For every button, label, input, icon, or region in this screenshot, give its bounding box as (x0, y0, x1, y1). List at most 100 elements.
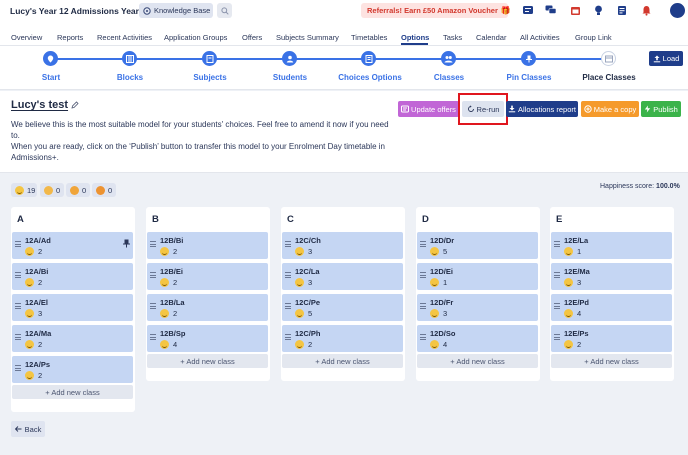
drag-handle-icon[interactable] (420, 303, 426, 309)
tab-timetables[interactable]: Timetables (351, 33, 387, 42)
drag-handle-icon[interactable] (15, 272, 21, 278)
drag-handle-icon[interactable] (285, 303, 291, 309)
step-classes-icon[interactable] (441, 51, 456, 66)
tab-overview[interactable]: Overview (11, 33, 42, 42)
publish-button[interactable]: Publish (641, 101, 681, 117)
class-card[interactable]: 12A/Ad 2 (12, 232, 133, 259)
step-place-classes-label[interactable]: Place Classes (582, 73, 635, 82)
update-offers-button[interactable]: Update offers (398, 101, 459, 117)
drag-handle-icon[interactable] (285, 334, 291, 340)
step-pin-classes-label[interactable]: Pin Classes (507, 73, 552, 82)
back-button[interactable]: Back (11, 421, 45, 437)
edit-icon[interactable] (71, 101, 79, 109)
make-a-copy-button[interactable]: Make a copy (581, 101, 639, 117)
step-students-label[interactable]: Students (273, 73, 307, 82)
model-title[interactable]: Lucy's test (11, 99, 79, 111)
step-subjects-label[interactable]: Subjects (193, 73, 226, 82)
add-new-class-button[interactable]: + Add new class (282, 354, 403, 368)
class-card[interactable]: 12C/La 3 (282, 263, 403, 290)
step-pin-classes-icon[interactable] (521, 51, 536, 66)
bulb-icon[interactable] (592, 4, 604, 16)
class-card[interactable]: 12A/Ma 2 (12, 325, 133, 352)
knowledge-base-button[interactable]: Knowledge Base (139, 3, 213, 18)
drag-handle-icon[interactable] (15, 365, 21, 371)
block-title: C (287, 214, 294, 225)
search-button[interactable] (217, 3, 232, 18)
class-card[interactable]: 12A/Bi 2 (12, 263, 133, 290)
step-choices-options-icon[interactable] (361, 51, 376, 66)
drag-handle-icon[interactable] (420, 272, 426, 278)
step-start-label[interactable]: Start (42, 73, 60, 82)
class-card[interactable]: 12B/Sp 4 (147, 325, 268, 352)
class-student-count: 5 (295, 309, 312, 318)
drag-handle-icon[interactable] (554, 272, 560, 278)
add-new-class-button[interactable]: + Add new class (147, 354, 268, 368)
drag-handle-icon[interactable] (420, 241, 426, 247)
toggle-icon[interactable] (522, 4, 534, 16)
class-card[interactable]: 12E/La 1 (551, 232, 672, 259)
tab-subjects-summary[interactable]: Subjects Summary (276, 33, 339, 42)
drag-handle-icon[interactable] (150, 272, 156, 278)
drag-handle-icon[interactable] (554, 334, 560, 340)
class-card[interactable]: 12D/Fr 3 (417, 294, 538, 321)
tab-tasks[interactable]: Tasks (443, 33, 462, 42)
tab-all-activities[interactable]: All Activities (520, 33, 560, 42)
step-start-icon[interactable] (43, 51, 58, 66)
step-subjects-icon[interactable] (202, 51, 217, 66)
pin-icon[interactable] (123, 239, 130, 250)
drag-handle-icon[interactable] (420, 334, 426, 340)
referral-banner[interactable]: Referrals! Earn £50 Amazon Voucher 🎁 (361, 3, 511, 18)
allocations-report-button[interactable]: Allocations report (506, 101, 578, 117)
class-card[interactable]: 12B/Ei 2 (147, 263, 268, 290)
class-card[interactable]: 12D/Ei 1 (417, 263, 538, 290)
class-card[interactable]: 12C/Ch 3 (282, 232, 403, 259)
class-card[interactable]: 12D/So 4 (417, 325, 538, 352)
class-card[interactable]: 12B/La 2 (147, 294, 268, 321)
class-card[interactable]: 12D/Dr 5 (417, 232, 538, 259)
tab-group-link[interactable]: Group Link (575, 33, 612, 42)
class-name: 12E/La (564, 236, 589, 245)
tab-offers[interactable]: Offers (242, 33, 262, 42)
drag-handle-icon[interactable] (15, 303, 21, 309)
drag-handle-icon[interactable] (150, 303, 156, 309)
doc-icon[interactable] (616, 4, 628, 16)
class-card[interactable]: 12A/Ps 2 (12, 356, 133, 383)
drag-handle-icon[interactable] (15, 334, 21, 340)
step-classes-label[interactable]: Classes (434, 73, 464, 82)
class-card[interactable]: 12E/Pd 4 (551, 294, 672, 321)
school-selector[interactable]: Lucy's Year 12 Admissions Year ... (10, 6, 158, 16)
tab-reports[interactable]: Reports (57, 33, 83, 42)
class-name: 12D/Fr (430, 298, 454, 307)
class-card[interactable]: 12E/Ps 2 (551, 325, 672, 352)
tab-application-groups[interactable]: Application Groups (164, 33, 227, 42)
step-place-classes-icon[interactable] (601, 51, 616, 66)
load-button[interactable]: Load (649, 51, 683, 66)
drag-handle-icon[interactable] (285, 241, 291, 247)
add-new-class-button[interactable]: + Add new class (12, 385, 133, 399)
class-card[interactable]: 12C/Ph 2 (282, 325, 403, 352)
tab-calendar[interactable]: Calendar (476, 33, 506, 42)
class-card[interactable]: 12C/Pe 5 (282, 294, 403, 321)
tab-options[interactable]: Options (401, 33, 429, 42)
drag-handle-icon[interactable] (554, 303, 560, 309)
step-students-icon[interactable] (282, 51, 297, 66)
avatar[interactable] (670, 3, 685, 18)
add-new-class-button[interactable]: + Add new class (417, 354, 538, 368)
class-card[interactable]: 12B/Bi 2 (147, 232, 268, 259)
class-card[interactable]: 12E/Ma 3 (551, 263, 672, 290)
class-card[interactable]: 12A/El 3 (12, 294, 133, 321)
drag-handle-icon[interactable] (150, 241, 156, 247)
happy-face-icon (430, 340, 439, 349)
drag-handle-icon[interactable] (150, 334, 156, 340)
chat-icon[interactable] (545, 4, 557, 16)
tab-recent-activities[interactable]: Recent Activities (97, 33, 152, 42)
drag-handle-icon[interactable] (285, 272, 291, 278)
calendar-icon[interactable] (569, 4, 581, 16)
drag-handle-icon[interactable] (554, 241, 560, 247)
drag-handle-icon[interactable] (15, 241, 21, 247)
step-blocks-icon[interactable] (122, 51, 137, 66)
add-new-class-button[interactable]: + Add new class (551, 354, 672, 368)
step-choices-options-label[interactable]: Choices Options (338, 73, 402, 82)
bell-icon[interactable] (640, 4, 652, 16)
step-blocks-label[interactable]: Blocks (117, 73, 143, 82)
